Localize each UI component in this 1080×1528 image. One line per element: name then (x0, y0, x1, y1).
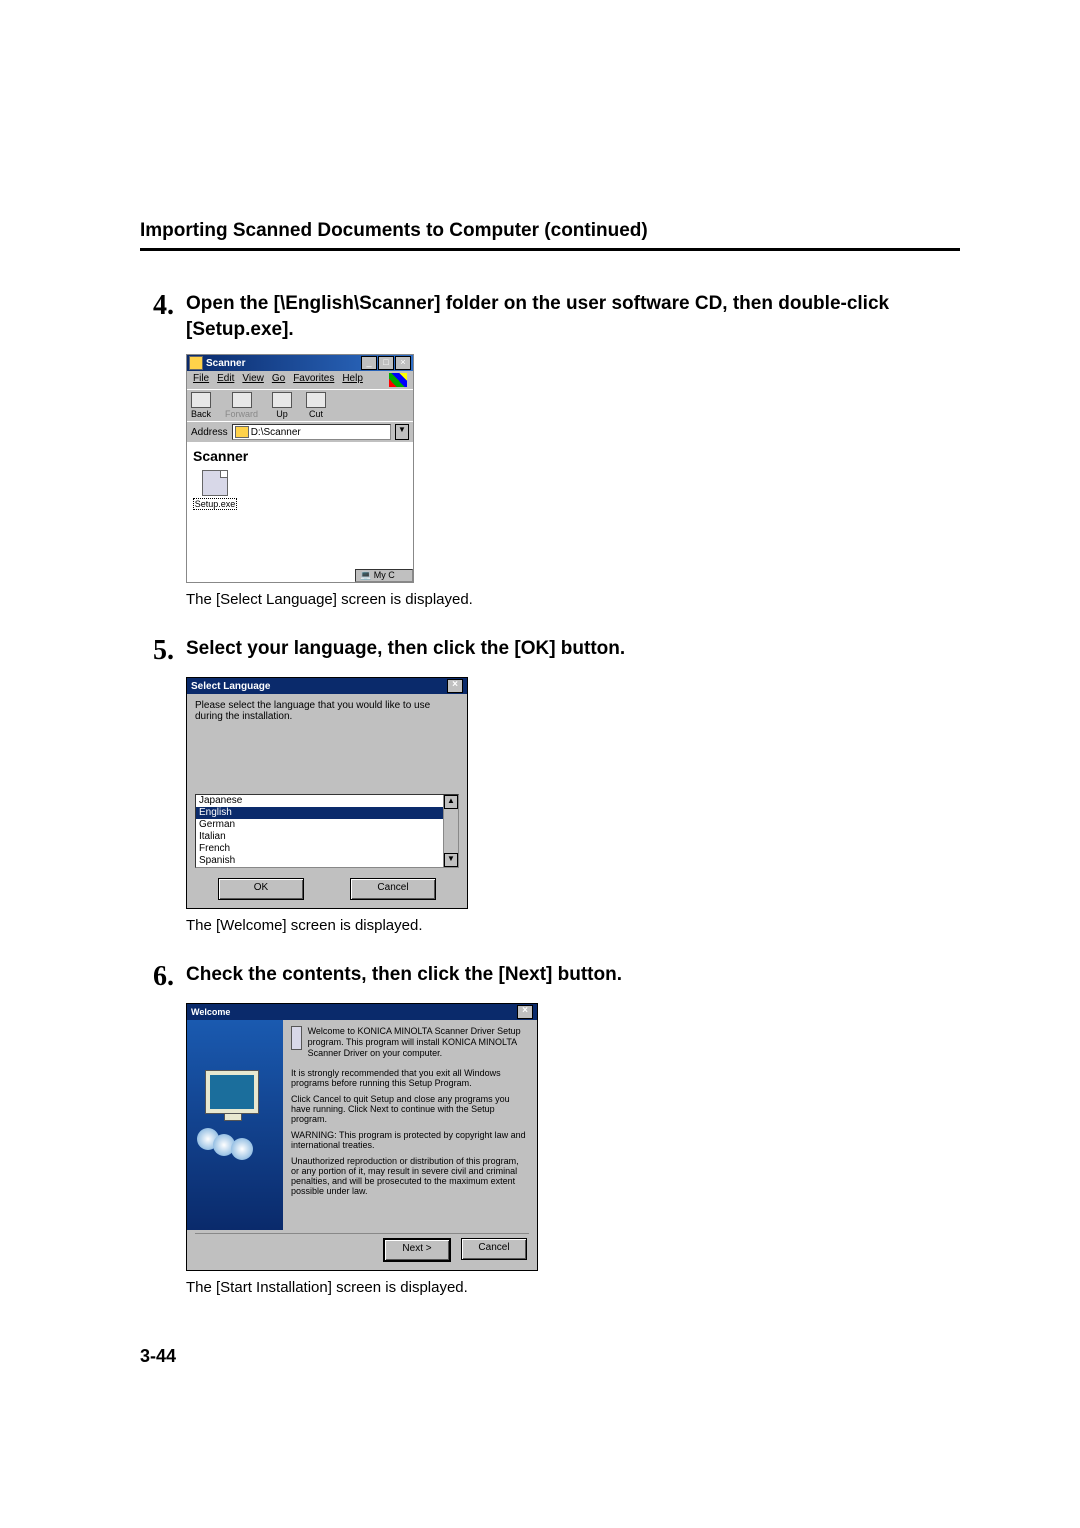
forward-label: Forward (225, 409, 258, 419)
menu-help[interactable]: Help (342, 373, 363, 387)
step-title-5: Select your language, then click the [OK… (186, 636, 625, 662)
monitor-icon (205, 1070, 259, 1114)
welcome-text-area: Welcome to KONICA MINOLTA Scanner Driver… (283, 1020, 537, 1230)
ok-button[interactable]: OK (218, 878, 304, 900)
select-language-dialog: Select Language × Please select the lang… (186, 677, 468, 909)
menu-view[interactable]: View (242, 373, 264, 387)
explorer-window: Scanner _ □ × File Edit View Go Favorite… (186, 354, 414, 583)
next-button[interactable]: Next > (383, 1238, 451, 1262)
welcome-p1: It is strongly recommended that you exit… (291, 1068, 527, 1088)
maximize-button[interactable]: □ (378, 356, 394, 370)
step-number-4: 4. (140, 291, 174, 322)
back-label: Back (191, 409, 211, 419)
close-button[interactable]: × (517, 1005, 533, 1019)
dialog-prompt: Please select the language that you woul… (195, 700, 459, 722)
explorer-body: Scanner Setup.exe (187, 442, 413, 582)
cut-button[interactable]: Cut (306, 392, 326, 419)
dialog-titlebar: Welcome × (187, 1004, 537, 1020)
explorer-title: Scanner (206, 358, 361, 369)
folder-icon (189, 356, 203, 370)
scroll-up-icon[interactable]: ▲ (444, 795, 458, 809)
dialog-title: Select Language (191, 681, 270, 692)
back-arrow-icon (191, 392, 211, 408)
file-label: Setup.exe (193, 498, 237, 510)
minimize-button[interactable]: _ (361, 356, 377, 370)
step-title-6: Check the contents, then click the [Next… (186, 962, 622, 988)
back-button[interactable]: Back (191, 392, 211, 419)
step5-note: The [Welcome] screen is displayed. (186, 917, 960, 934)
address-bar: Address D:\Scanner ▼ (187, 421, 413, 442)
up-label: Up (276, 409, 288, 419)
welcome-p3: WARNING: This program is protected by co… (291, 1130, 527, 1150)
toolbar: Back Forward Up Cut (187, 389, 413, 421)
step-number-6: 6. (140, 962, 174, 993)
close-button[interactable]: × (395, 356, 411, 370)
scrollbar[interactable]: ▲ ▼ (443, 795, 458, 867)
page-header: Importing Scanned Documents to Computer … (140, 220, 960, 251)
menu-file[interactable]: File (193, 373, 209, 387)
file-setup-exe[interactable]: Setup.exe (193, 470, 237, 510)
address-label: Address (191, 427, 228, 438)
menu-edit[interactable]: Edit (217, 373, 234, 387)
menu-favorites[interactable]: Favorites (293, 373, 334, 387)
cancel-button[interactable]: Cancel (461, 1238, 527, 1260)
lang-option-english[interactable]: English (196, 807, 458, 819)
separator (195, 1233, 529, 1234)
lang-option-french[interactable]: French (196, 843, 458, 855)
lang-option-spanish[interactable]: Spanish (196, 855, 458, 867)
lang-option-german[interactable]: German (196, 819, 458, 831)
address-value: D:\Scanner (251, 427, 301, 438)
welcome-dialog: Welcome × Wel (186, 1003, 538, 1271)
forward-arrow-icon (232, 392, 252, 408)
up-button[interactable]: Up (272, 392, 292, 419)
scissors-icon (306, 392, 326, 408)
lang-option-japanese[interactable]: Japanese (196, 795, 458, 807)
address-dropdown[interactable]: ▼ (395, 424, 409, 440)
status-bar: 💻 My C (355, 569, 413, 582)
setup-file-icon (291, 1026, 302, 1050)
step-title-4: Open the [\English\Scanner] folder on th… (186, 291, 960, 342)
close-button[interactable]: × (447, 679, 463, 693)
disc-icon (231, 1138, 253, 1160)
page-number: 3-44 (140, 1346, 960, 1367)
explorer-titlebar: Scanner _ □ × (187, 355, 413, 371)
cut-label: Cut (309, 409, 323, 419)
welcome-p2: Click Cancel to quit Setup and close any… (291, 1094, 527, 1124)
address-field[interactable]: D:\Scanner (232, 424, 391, 440)
dialog-titlebar: Select Language × (187, 678, 467, 694)
step4-note: The [Select Language] screen is displaye… (186, 591, 960, 608)
step6-note: The [Start Installation] screen is displ… (186, 1279, 960, 1296)
menubar: File Edit View Go Favorites Help (187, 371, 413, 389)
welcome-head-text: Welcome to KONICA MINOLTA Scanner Driver… (308, 1026, 527, 1060)
cancel-button[interactable]: Cancel (350, 878, 436, 900)
forward-button: Forward (225, 392, 258, 419)
dialog-title: Welcome (191, 1007, 230, 1017)
scroll-down-icon[interactable]: ▼ (444, 853, 458, 867)
folder-icon (235, 426, 249, 438)
language-listbox[interactable]: Japanese English German Italian French S… (195, 794, 459, 868)
menu-go[interactable]: Go (272, 373, 285, 387)
welcome-p4: Unauthorized reproduction or distributio… (291, 1156, 527, 1196)
lang-option-italian[interactable]: Italian (196, 831, 458, 843)
step-number-5: 5. (140, 636, 174, 667)
up-folder-icon (272, 392, 292, 408)
setup-file-icon (202, 470, 228, 496)
windows-logo-icon (389, 373, 407, 387)
folder-heading: Scanner (193, 448, 407, 464)
welcome-sidebar-graphic (187, 1020, 283, 1230)
